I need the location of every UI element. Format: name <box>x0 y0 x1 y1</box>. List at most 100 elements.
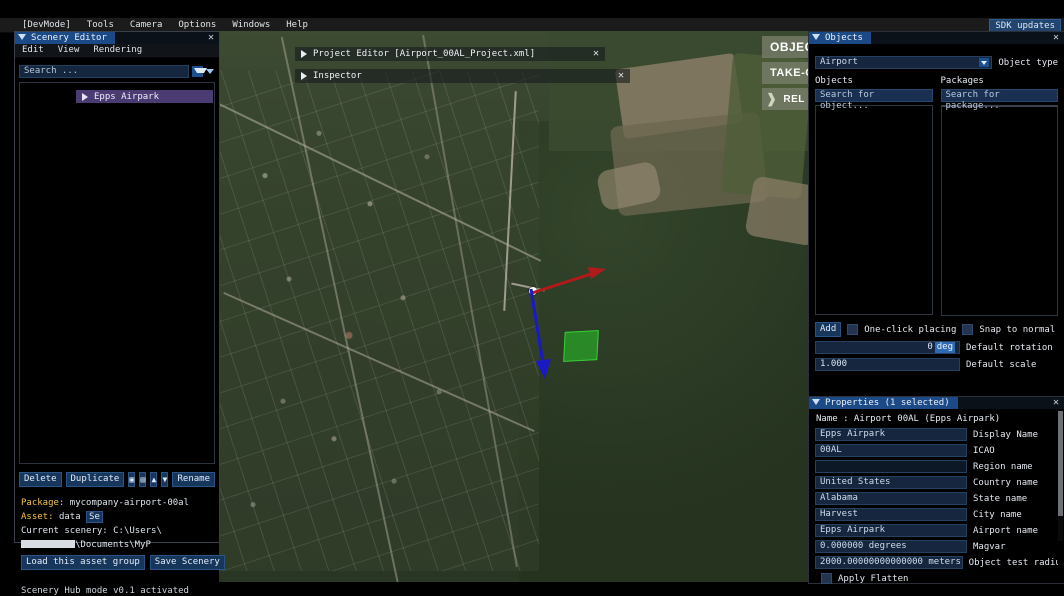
rename-button[interactable]: Rename <box>172 472 215 487</box>
properties-titlebar[interactable]: Properties (1 selected) ✕ <box>809 397 1064 409</box>
table-row: Epps Airpark Display Name <box>815 428 1058 441</box>
package-search-input[interactable]: Search for package... <box>940 89 1058 111</box>
current-scenery-label: Current scenery: <box>21 526 108 536</box>
menu-item-view[interactable]: View <box>51 44 87 57</box>
default-scale-input[interactable]: 1.000 <box>815 358 960 371</box>
tree-item-label: Epps Airpark <box>94 91 160 102</box>
menu-item-windows[interactable]: Windows <box>224 18 278 32</box>
chevron-down-icon[interactable] <box>812 34 820 40</box>
list-item[interactable]: Epps Airpark <box>76 90 213 103</box>
default-rotation-value: 0 <box>927 342 933 352</box>
menu-item-rendering[interactable]: Rendering <box>86 44 149 57</box>
move-up-button[interactable]: ▲ <box>150 472 158 487</box>
close-icon[interactable]: ✕ <box>208 33 214 43</box>
scenery-editor-toolbar[interactable]: Delete Duplicate ▣ ▤ ▲ ▼ Rename <box>19 472 215 487</box>
duplicate-button[interactable]: Duplicate <box>65 472 125 487</box>
property-value-input[interactable]: Harvest <box>815 508 967 521</box>
scrollbar-thumb[interactable] <box>1058 411 1063 516</box>
objects-tools-row[interactable]: Add One-click placing Snap to normal <box>815 322 1058 337</box>
chevron-down-icon[interactable] <box>206 66 215 77</box>
default-rotation-row[interactable]: 0 deg Default rotation <box>815 341 1058 354</box>
save-scenery-button[interactable]: Save Scenery <box>149 555 225 570</box>
add-object-button[interactable]: Add <box>815 322 842 337</box>
default-scale-row[interactable]: 1.000 Default scale <box>815 358 1058 371</box>
export-icon-button[interactable]: ▤ <box>139 472 147 487</box>
scenery-editor-titlebar[interactable]: Scenery Editor ✕ <box>15 32 219 44</box>
properties-tab[interactable]: Properties (1 selected) <box>809 397 958 409</box>
import-icon: ▣ <box>129 474 135 484</box>
close-icon[interactable]: ✕ <box>1053 398 1059 408</box>
properties-window[interactable]: Properties (1 selected) ✕ Name : Airport… <box>808 396 1064 584</box>
play-triangle-icon[interactable] <box>301 72 307 80</box>
import-icon-button[interactable]: ▣ <box>128 472 136 487</box>
menu-item-help[interactable]: Help <box>278 18 316 32</box>
scenery-editor-tab[interactable]: Scenery Editor <box>15 32 115 44</box>
scenery-object-tree[interactable]: Epps Airpark <box>19 82 215 464</box>
table-row: Region name <box>815 460 1058 473</box>
move-down-button[interactable]: ▼ <box>161 472 169 487</box>
property-value-input[interactable] <box>815 460 967 473</box>
select-asset-button[interactable]: Se <box>86 511 103 523</box>
table-row: 2000.00000000000000 meters Object test ra… <box>815 556 1058 569</box>
one-click-placing-checkbox[interactable] <box>847 324 859 335</box>
chevron-down-icon[interactable] <box>18 34 26 40</box>
menu-item-camera[interactable]: Camera <box>122 18 171 32</box>
object-search-input[interactable]: Search for object... <box>815 89 933 111</box>
chevron-down-icon[interactable] <box>812 399 820 405</box>
default-rotation-unit[interactable]: deg <box>934 342 955 353</box>
object-type-row[interactable]: Airport Object type <box>815 56 1058 69</box>
default-rotation-input[interactable]: 0 deg <box>815 341 960 354</box>
property-value-input[interactable]: Alabama <box>815 492 967 505</box>
search-input[interactable]: Search ... <box>19 65 189 78</box>
load-asset-group-button[interactable]: Load this asset group <box>21 555 145 570</box>
apply-flatten-checkbox[interactable] <box>821 573 832 584</box>
property-value-input[interactable]: United States <box>815 476 967 489</box>
chevron-down-icon[interactable] <box>979 58 990 67</box>
asset-label: Asset: <box>21 512 54 522</box>
packages-list[interactable] <box>940 105 1058 316</box>
property-value-input[interactable]: Epps Airpark <box>815 524 967 537</box>
objects-list[interactable] <box>815 105 933 315</box>
scenery-action-row[interactable]: Load this asset group Save Scenery <box>21 555 225 570</box>
objects-titlebar[interactable]: Objects ✕ <box>809 32 1064 44</box>
inspector-panel[interactable]: Inspector ✕ <box>295 69 630 83</box>
close-icon[interactable]: ✕ <box>593 49 599 59</box>
status-text: Scenery Hub mode v0.1 activated <box>21 586 189 596</box>
play-triangle-icon[interactable] <box>301 50 307 58</box>
table-row: Alabama State name <box>815 492 1058 505</box>
property-label: Airport name <box>973 525 1039 536</box>
menu-item-edit[interactable]: Edit <box>15 44 51 57</box>
3d-viewport[interactable]: Project Editor [Airport_00AL_Project.xml… <box>219 31 808 582</box>
selected-object-highlight[interactable] <box>563 330 599 362</box>
triangle-down-icon: ▼ <box>162 474 168 484</box>
gizmo-z-axis-arrow[interactable] <box>509 283 569 393</box>
property-label: State name <box>973 493 1028 504</box>
menu-item-devmode[interactable]: [DevMode] <box>0 18 79 32</box>
objects-column-label: Objects <box>815 76 853 86</box>
scenery-editor-menubar[interactable]: Edit View Rendering <box>15 44 219 58</box>
default-scale-label: Default scale <box>966 359 1037 370</box>
menu-item-tools[interactable]: Tools <box>79 18 122 32</box>
property-value-input[interactable]: 2000.00000000000000 meters <box>815 556 963 569</box>
property-value-input[interactable]: 00AL <box>815 444 967 457</box>
snap-to-normal-checkbox[interactable] <box>962 324 974 335</box>
current-scenery-path-suffix: \Documents\MyP <box>75 540 151 550</box>
close-icon[interactable]: ✕ <box>1053 33 1059 43</box>
property-value-input[interactable]: Epps Airpark <box>815 428 967 441</box>
object-type-select[interactable]: Airport <box>815 56 993 69</box>
delete-button[interactable]: Delete <box>19 472 62 487</box>
apply-flatten-row[interactable]: Apply Flatten <box>815 573 1058 584</box>
close-icon[interactable]: ✕ <box>618 71 624 81</box>
properties-scrollbar[interactable] <box>1058 411 1063 541</box>
chevron-right-icon: ❱ <box>766 91 778 106</box>
project-editor-panel[interactable]: Project Editor [Airport_00AL_Project.xml… <box>295 47 605 61</box>
scenery-editor-window[interactable]: Scenery Editor ✕ Edit View Rendering Sea… <box>14 31 225 596</box>
scenery-search-row[interactable]: Search ... <box>19 65 215 78</box>
objects-window[interactable]: Objects ✕ Airport Object type Objects Se… <box>808 31 1064 397</box>
property-value-input[interactable]: 0.000000 degrees <box>815 540 967 553</box>
filter-icon[interactable] <box>192 66 207 77</box>
play-triangle-icon[interactable] <box>82 92 88 101</box>
properties-rows: Epps Airpark Display Name 00AL ICAO Region n… <box>815 428 1058 569</box>
project-editor-title: Project Editor [Airport_00AL_Project.xml… <box>313 49 536 59</box>
menu-item-options[interactable]: Options <box>170 18 224 32</box>
